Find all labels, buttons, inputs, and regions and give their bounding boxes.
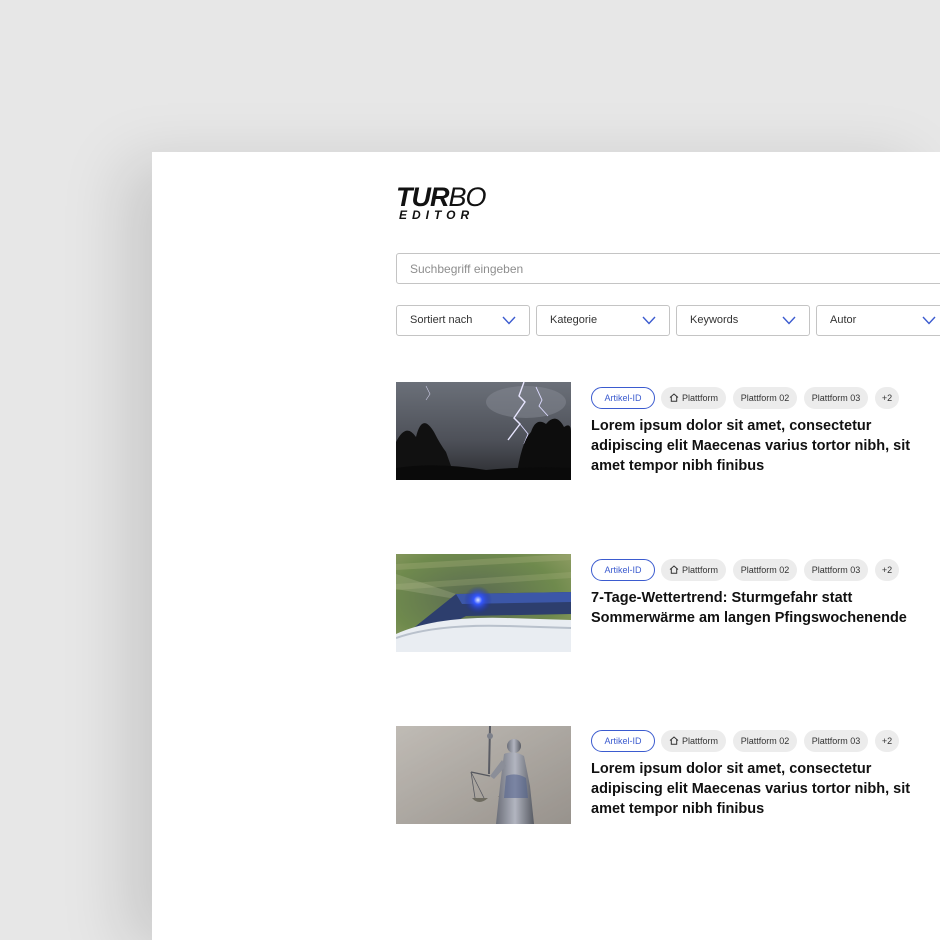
home-icon <box>669 565 679 574</box>
sort-dropdown[interactable]: Sortiert nach <box>396 305 530 336</box>
article-title[interactable]: Lorem ipsum dolor sit amet, consectetur … <box>591 416 921 476</box>
chevron-down-icon <box>642 316 656 325</box>
platform-03-tag[interactable]: Plattform 03 <box>804 387 868 409</box>
article-thumbnail-justice[interactable] <box>396 726 571 824</box>
platform-02-tag[interactable]: Plattform 02 <box>733 559 797 581</box>
chevron-down-icon <box>782 316 796 325</box>
sort-dropdown-label: Sortiert nach <box>410 314 473 326</box>
article-title[interactable]: 7-Tage-Wettertrend: Sturmgefahr statt So… <box>591 588 921 628</box>
article-thumbnail-police-car[interactable] <box>396 554 571 652</box>
more-tags-badge[interactable]: +2 <box>875 559 899 581</box>
platform-tag[interactable]: Plattform <box>661 387 726 409</box>
platform-tag-label: Plattform <box>681 565 718 575</box>
chevron-down-icon <box>502 316 516 325</box>
article-id-tag[interactable]: Artikel-ID <box>591 387 655 409</box>
platform-03-tag[interactable]: Plattform 03 <box>804 730 868 752</box>
turbo-editor-logo[interactable]: TURBO EDITOR <box>396 183 506 223</box>
more-tags-badge[interactable]: +2 <box>875 387 899 409</box>
platform-tag[interactable]: Plattform <box>661 559 726 581</box>
article-title[interactable]: Lorem ipsum dolor sit amet, consectetur … <box>591 759 921 819</box>
platform-02-tag[interactable]: Plattform 02 <box>733 730 797 752</box>
search-field[interactable] <box>396 253 940 284</box>
platform-tag-label: Plattform <box>681 393 718 403</box>
home-icon <box>669 393 679 402</box>
author-dropdown-label: Autor <box>830 314 857 326</box>
article-id-tag[interactable]: Artikel-ID <box>591 730 655 752</box>
search-input[interactable] <box>410 261 930 277</box>
logo-subtext: EDITOR <box>399 208 475 222</box>
home-icon <box>669 736 679 745</box>
platform-02-tag[interactable]: Plattform 02 <box>733 387 797 409</box>
category-dropdown-label: Kategorie <box>550 314 598 326</box>
article-thumbnail-lightning[interactable] <box>396 382 571 480</box>
platform-tag[interactable]: Plattform <box>661 730 726 752</box>
more-tags-badge[interactable]: +2 <box>875 730 899 752</box>
article-id-tag[interactable]: Artikel-ID <box>591 559 655 581</box>
chevron-down-icon <box>922 316 936 325</box>
author-dropdown[interactable]: Autor <box>816 305 940 336</box>
keywords-dropdown[interactable]: Keywords <box>676 305 810 336</box>
keywords-dropdown-label: Keywords <box>690 314 739 326</box>
category-dropdown[interactable]: Kategorie <box>536 305 670 336</box>
platform-tag-label: Plattform <box>681 736 718 746</box>
platform-03-tag[interactable]: Plattform 03 <box>804 559 868 581</box>
